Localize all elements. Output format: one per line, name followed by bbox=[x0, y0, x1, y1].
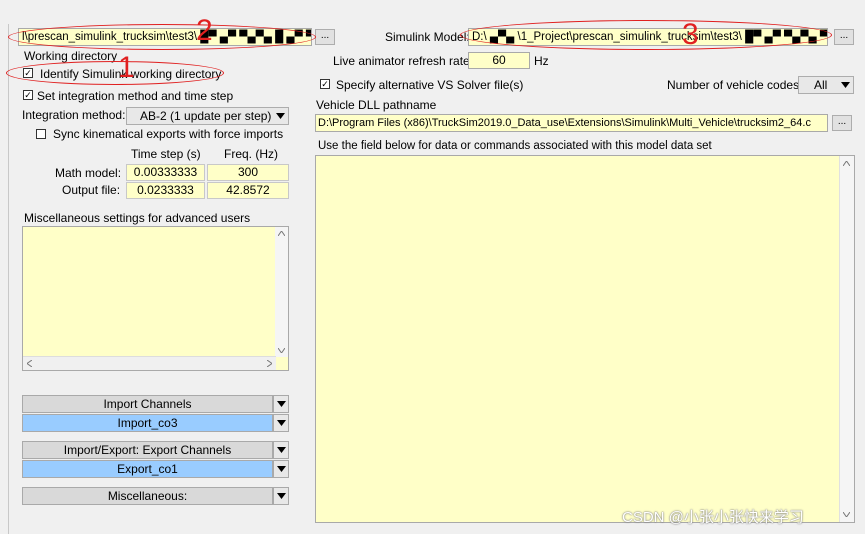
math-timestep-field[interactable]: 0.00333333 bbox=[126, 164, 205, 181]
sync-checkbox[interactable] bbox=[36, 129, 46, 139]
export-channels-button[interactable]: Import/Export: Export Channels bbox=[22, 441, 273, 459]
row-output-label: Output file: bbox=[62, 183, 121, 197]
refresh-rate-label: Live animator refresh rate: bbox=[333, 54, 474, 68]
scroll-up-icon[interactable] bbox=[843, 161, 850, 166]
chevron-down-icon bbox=[276, 466, 286, 472]
sync-label: Sync kinematical exports with force impo… bbox=[53, 127, 284, 141]
panel-divider bbox=[8, 24, 9, 534]
vs-solver-checkbox[interactable]: ✓ bbox=[320, 79, 330, 89]
working-dir-browse-button[interactable]: ... bbox=[315, 29, 335, 45]
watermark: CSDN @小张小张快来学习 bbox=[622, 509, 804, 526]
num-vehicle-codes-label: Number of vehicle codes: bbox=[667, 78, 803, 92]
annotation-number-1: 1 bbox=[118, 51, 135, 84]
output-freq-field[interactable]: 42.8572 bbox=[207, 182, 289, 199]
integration-method-select[interactable]: AB-2 (1 update per step) bbox=[126, 107, 289, 125]
simulink-model-label: Simulink Model: bbox=[385, 30, 470, 44]
chevron-down-icon bbox=[276, 493, 286, 499]
dll-browse-button[interactable]: ... bbox=[832, 115, 852, 131]
set-integration-label: Set integration method and time step bbox=[37, 89, 234, 103]
miscellaneous-button[interactable]: Miscellaneous: bbox=[22, 487, 273, 505]
annotation-ellipse-2 bbox=[8, 24, 316, 50]
import-channels-dropdown[interactable] bbox=[273, 395, 289, 413]
scroll-down-icon[interactable] bbox=[843, 512, 850, 517]
export-channels-dropdown[interactable] bbox=[273, 441, 289, 459]
annotation-ellipse-3 bbox=[460, 20, 832, 50]
annotation-ellipse-1 bbox=[6, 61, 224, 85]
chevron-down-icon bbox=[837, 77, 853, 93]
dll-title: Vehicle DLL pathname bbox=[316, 98, 437, 112]
annotation-number-2: 2 bbox=[196, 14, 213, 47]
num-vehicle-codes-select[interactable]: All bbox=[798, 76, 854, 94]
refresh-rate-unit: Hz bbox=[534, 54, 549, 68]
simulink-model-browse-button[interactable]: ... bbox=[834, 29, 854, 45]
import-value-dropdown[interactable] bbox=[273, 414, 289, 432]
scroll-down-icon[interactable] bbox=[278, 348, 285, 353]
scroll-right-icon[interactable] bbox=[267, 360, 272, 367]
misc-settings-textarea[interactable] bbox=[22, 226, 289, 371]
scroll-left-icon[interactable] bbox=[27, 360, 32, 367]
notes-title: Use the field below for data or commands… bbox=[318, 140, 712, 152]
output-timestep-field[interactable]: 0.0233333 bbox=[126, 182, 205, 199]
chevron-down-icon bbox=[276, 447, 286, 453]
refresh-rate-field[interactable]: 60 bbox=[468, 52, 530, 69]
notes-textarea[interactable] bbox=[315, 155, 855, 523]
misc-settings-title: Miscellaneous settings for advanced user… bbox=[24, 211, 251, 225]
chevron-down-icon bbox=[276, 420, 286, 426]
chevron-down-icon bbox=[276, 401, 286, 407]
col-timestep-header: Time step (s) bbox=[131, 147, 201, 161]
num-vehicle-codes-value: All bbox=[814, 78, 828, 92]
chevron-down-icon bbox=[272, 108, 288, 124]
row-math-label: Math model: bbox=[55, 166, 122, 180]
misc-h-scrollbar[interactable] bbox=[23, 356, 276, 370]
export-value-dropdown[interactable] bbox=[273, 460, 289, 478]
notes-v-scrollbar[interactable] bbox=[839, 156, 854, 522]
integration-method-value: AB-2 (1 update per step) bbox=[140, 109, 272, 123]
col-freq-header: Freq. (Hz) bbox=[224, 147, 278, 161]
annotation-number-3: 3 bbox=[682, 18, 699, 51]
import-channels-button[interactable]: Import Channels bbox=[22, 395, 273, 413]
set-integration-checkbox[interactable]: ✓ bbox=[23, 90, 33, 100]
vs-solver-label: Specify alternative VS Solver file(s) bbox=[336, 78, 524, 92]
dll-path-field[interactable]: D:\Program Files (x86)\TruckSim2019.0_Da… bbox=[315, 114, 828, 132]
misc-v-scrollbar[interactable] bbox=[275, 227, 288, 357]
math-freq-field[interactable]: 300 bbox=[207, 164, 289, 181]
integration-method-label: Integration method: bbox=[22, 108, 126, 122]
miscellaneous-dropdown[interactable] bbox=[273, 487, 289, 505]
import-channels-value[interactable]: Import_co3 bbox=[22, 414, 273, 432]
scroll-up-icon[interactable] bbox=[278, 231, 285, 236]
export-channels-value[interactable]: Export_co1 bbox=[22, 460, 273, 478]
